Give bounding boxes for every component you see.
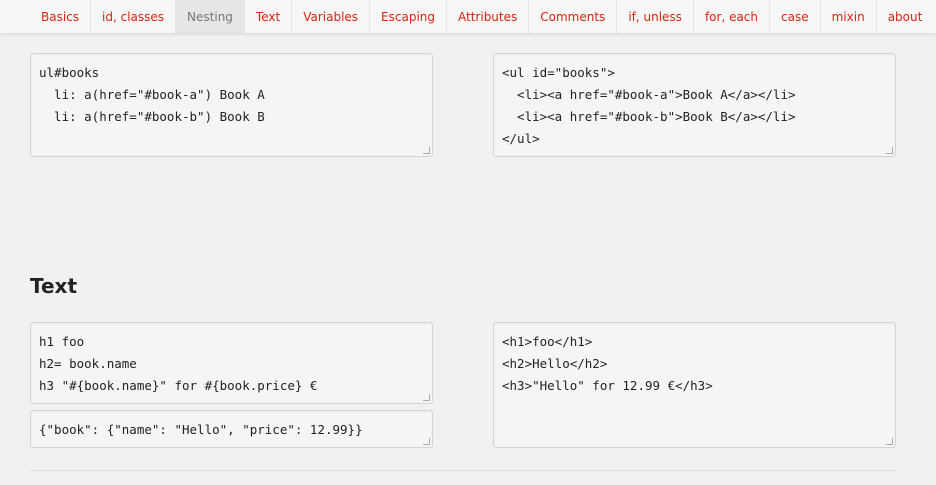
text-json-data-input[interactable]: {"book": {"name": "Hello", "price": 12.9…: [30, 410, 433, 448]
nav-mixin[interactable]: mixin: [821, 0, 877, 33]
text-pug-input[interactable]: h1 foo h2= book.name h3 "#{book.name}" f…: [30, 322, 433, 404]
text-html-output[interactable]: <h1>foo</h1> <h2>Hello</h2> <h3>"Hello" …: [493, 322, 896, 448]
nav-attributes[interactable]: Attributes: [447, 0, 530, 33]
nav-variables[interactable]: Variables: [292, 0, 371, 33]
nav-nesting[interactable]: Nesting: [176, 0, 245, 33]
nav-about[interactable]: about: [877, 0, 934, 33]
nav-comments[interactable]: Comments: [529, 0, 618, 33]
nav-text[interactable]: Text: [245, 0, 293, 33]
section-title-text: Text: [30, 274, 78, 298]
top-nav: Basics id, classes Nesting Text Variable…: [0, 0, 936, 34]
nav-case[interactable]: case: [770, 0, 821, 33]
nav-escaping[interactable]: Escaping: [370, 0, 448, 33]
nav-if-unless[interactable]: if, unless: [617, 0, 694, 33]
nesting-html-output[interactable]: <ul id="books"> <li><a href="#book-a">Bo…: [493, 53, 896, 157]
section-divider: [30, 470, 896, 471]
nav-basics[interactable]: Basics: [30, 0, 92, 33]
nav-id-classes[interactable]: id, classes: [91, 0, 177, 33]
nesting-pug-input[interactable]: ul#books li: a(href="#book-a") Book A li…: [30, 53, 433, 157]
nav-for-each[interactable]: for, each: [694, 0, 771, 33]
